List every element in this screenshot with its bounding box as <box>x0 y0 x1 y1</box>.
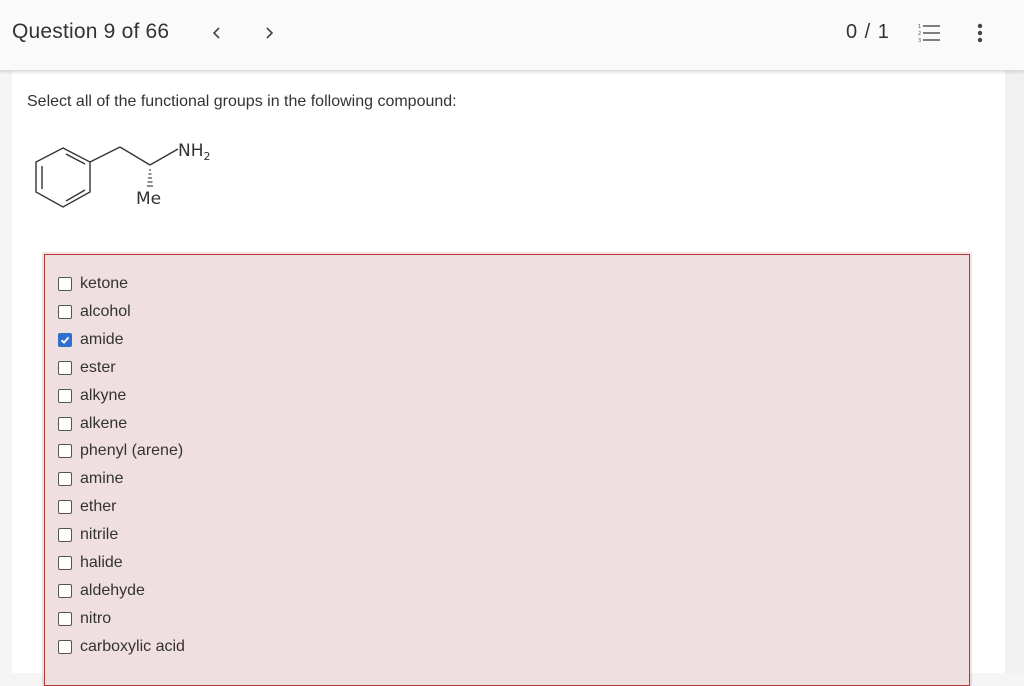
scrollbar-track[interactable] <box>1005 70 1024 673</box>
compound-structure: NH2 Me <box>35 141 211 209</box>
option-checkbox[interactable] <box>58 583 72 598</box>
option-checkbox[interactable] <box>58 332 72 347</box>
option-checkbox[interactable] <box>58 304 72 319</box>
option-label: halide <box>80 554 123 571</box>
option-label: ether <box>80 498 117 516</box>
nh2-label: NH2 <box>178 141 211 163</box>
chevron-right-icon <box>266 27 274 39</box>
question-header: Question 9 of 66 0 / 1 1 2 3 <box>0 0 1024 71</box>
question-content: Select all of the functional groups in t… <box>12 70 1005 686</box>
option-label: amine <box>80 470 124 488</box>
svg-text:1: 1 <box>918 24 921 30</box>
question-title: Question 9 of 66 <box>12 20 170 43</box>
answer-options-panel: ketone alcohol amide ester alkyne alkene pheny… <box>44 254 970 686</box>
more-vertical-icon <box>977 23 983 43</box>
question-prompt: Select all of the functional groups in t… <box>27 93 457 110</box>
chevron-left-icon <box>212 27 220 39</box>
option-checkbox[interactable] <box>58 277 72 291</box>
option-alcohol[interactable]: alcohol <box>58 301 131 323</box>
option-checkbox[interactable] <box>58 528 72 543</box>
option-label: alkene <box>80 414 128 432</box>
previous-question-button[interactable] <box>201 18 231 48</box>
option-alkene[interactable]: alkene <box>58 413 127 435</box>
option-phenyl-arene[interactable]: phenyl (arene) <box>58 440 183 462</box>
option-label: carboxylic acid <box>80 637 185 655</box>
option-checkbox[interactable] <box>58 556 72 570</box>
me-label: Me <box>136 189 161 209</box>
svg-text:2: 2 <box>918 31 921 37</box>
option-label: ester <box>80 358 116 376</box>
option-ester[interactable]: ester <box>58 357 116 379</box>
option-checkbox[interactable] <box>58 639 72 654</box>
option-amine[interactable]: amine <box>58 468 124 490</box>
option-ketone[interactable]: ketone <box>58 273 128 295</box>
benzene-ring <box>35 147 91 208</box>
option-label: alkyne <box>80 386 127 404</box>
svg-text:3: 3 <box>918 38 921 44</box>
score-display: 0 / 1 <box>846 21 890 43</box>
option-amide[interactable]: amide <box>58 329 124 351</box>
chain-bond-3 <box>149 148 179 166</box>
option-checkbox[interactable] <box>58 472 72 487</box>
option-label: aldehyde <box>80 581 145 599</box>
hashed-wedge-bond <box>147 169 153 187</box>
option-checkbox[interactable] <box>58 444 72 459</box>
option-label: ketone <box>80 275 129 292</box>
option-checkbox[interactable] <box>58 360 72 375</box>
option-label: nitrile <box>80 526 119 544</box>
numbered-list-icon: 1 2 3 <box>918 24 940 44</box>
checkmark-icon <box>60 336 70 344</box>
option-carboxylic-acid[interactable]: carboxylic acid <box>58 636 185 658</box>
option-ether[interactable]: ether <box>58 496 116 518</box>
option-label: phenyl (arene) <box>80 442 184 460</box>
more-options-button[interactable] <box>966 20 994 48</box>
nh2-subscript: 2 <box>204 150 211 163</box>
option-nitro[interactable]: nitro <box>58 608 111 630</box>
chain-bond-1 <box>89 146 121 163</box>
option-checkbox[interactable] <box>58 500 72 515</box>
option-halide[interactable]: halide <box>58 552 123 574</box>
next-question-button[interactable] <box>255 18 285 48</box>
option-checkbox[interactable] <box>58 388 72 403</box>
option-aldehyde[interactable]: aldehyde <box>58 580 145 602</box>
option-checkbox[interactable] <box>58 416 72 431</box>
option-alkyne[interactable]: alkyne <box>58 385 126 407</box>
chain-bond-2 <box>119 146 151 166</box>
option-checkbox[interactable] <box>58 611 72 626</box>
option-label: amide <box>80 330 124 348</box>
question-list-button[interactable]: 1 2 3 <box>914 20 944 48</box>
option-label: nitro <box>80 609 112 627</box>
option-label: alcohol <box>80 302 131 320</box>
option-nitrile[interactable]: nitrile <box>58 524 118 546</box>
